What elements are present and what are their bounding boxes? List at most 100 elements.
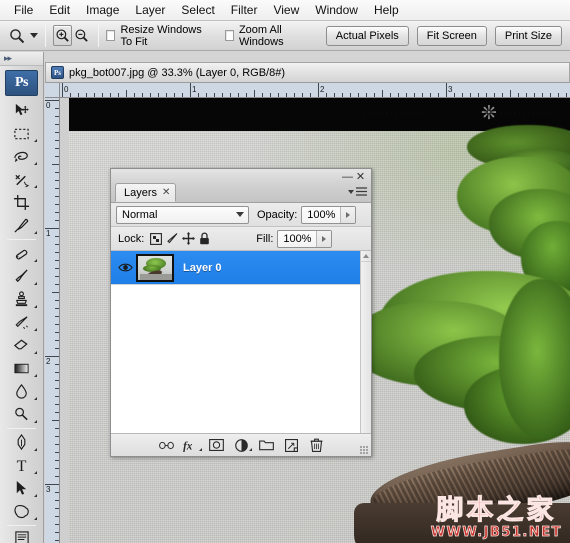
notes-tool[interactable] bbox=[0, 528, 43, 543]
add-layer-mask-button[interactable] bbox=[204, 435, 229, 455]
menu-select[interactable]: Select bbox=[173, 1, 222, 20]
type-tool[interactable]: T bbox=[0, 454, 43, 477]
ruler-tick-minor bbox=[55, 108, 59, 109]
chevron-down-icon bbox=[236, 212, 244, 217]
lasso-tool[interactable] bbox=[0, 145, 43, 168]
ruler-tick-major bbox=[62, 83, 63, 97]
delete-layer-button[interactable] bbox=[304, 435, 329, 455]
menu-image[interactable]: Image bbox=[78, 1, 127, 20]
layer-name-label[interactable]: Layer 0 bbox=[183, 262, 222, 274]
panel-resize-grip[interactable] bbox=[360, 446, 369, 455]
menu-filter[interactable]: Filter bbox=[223, 1, 266, 20]
ruler-tick-minor bbox=[55, 220, 59, 221]
ruler-label: 2 bbox=[320, 85, 325, 94]
close-icon[interactable]: ✕ bbox=[354, 171, 367, 183]
menu-edit[interactable]: Edit bbox=[41, 1, 78, 20]
layers-panel[interactable]: — ✕ Layers ✕ Normal Opacity: 100% Lock: … bbox=[110, 168, 372, 457]
document-title-text: pkg_bot007.jpg @ 33.3% (Layer 0, RGB/8#) bbox=[69, 66, 286, 79]
ruler-tick-minor bbox=[55, 148, 59, 149]
ruler-tick-minor bbox=[470, 93, 471, 97]
panel-menu-button[interactable] bbox=[348, 187, 367, 196]
layers-panel-tab-row: Layers ✕ bbox=[111, 183, 371, 203]
ruler-tick-minor bbox=[55, 380, 59, 381]
layer-list[interactable]: Layer 0 bbox=[111, 251, 371, 434]
actual-pixels-button[interactable]: Actual Pixels bbox=[325, 25, 409, 46]
svg-text:fx: fx bbox=[183, 440, 193, 451]
fx-icon: fx bbox=[183, 440, 193, 451]
layers-panel-title-bar[interactable]: — ✕ bbox=[111, 169, 371, 184]
lock-image-pixels-button[interactable] bbox=[164, 231, 180, 247]
zoom-out-button[interactable] bbox=[72, 25, 91, 46]
rectangular-marquee-tool[interactable] bbox=[0, 122, 43, 145]
dodge-tool[interactable] bbox=[0, 403, 43, 426]
print-size-button[interactable]: Print Size bbox=[494, 25, 562, 46]
lock-position-button[interactable] bbox=[180, 231, 196, 247]
layer-row-layer-0[interactable]: Layer 0 bbox=[111, 251, 371, 285]
fill-slider-button[interactable] bbox=[316, 230, 332, 247]
ruler-tick-minor bbox=[214, 93, 215, 97]
document-title-bar[interactable]: Ps pkg_bot007.jpg @ 33.3% (Layer 0, RGB/… bbox=[45, 62, 570, 83]
layer-list-scrollbar[interactable] bbox=[360, 251, 371, 433]
path-selection-tool[interactable] bbox=[0, 477, 43, 500]
menu-window[interactable]: Window bbox=[307, 1, 366, 20]
toolbox-collapse-handle[interactable]: ▸▸ bbox=[0, 52, 43, 66]
ruler-tick-minor bbox=[366, 93, 367, 97]
blur-tool[interactable] bbox=[0, 380, 43, 403]
layer-visibility-toggle[interactable] bbox=[114, 262, 136, 273]
layer-thumbnail[interactable] bbox=[136, 253, 174, 282]
tool-more-corner-icon bbox=[34, 471, 37, 474]
tab-close-icon[interactable]: ✕ bbox=[162, 187, 170, 198]
menu-layer[interactable]: Layer bbox=[127, 1, 173, 20]
menu-help[interactable]: Help bbox=[366, 1, 407, 20]
tab-layers[interactable]: Layers ✕ bbox=[115, 183, 177, 202]
move-tool[interactable] bbox=[0, 99, 43, 122]
gradient-tool[interactable] bbox=[0, 357, 43, 380]
ruler-tick-minor bbox=[326, 93, 327, 97]
opacity-value[interactable]: 100% bbox=[302, 209, 340, 221]
ruler-tick-minor bbox=[55, 428, 59, 429]
layer-style-fx-button[interactable]: fx bbox=[179, 435, 204, 455]
ruler-tick-minor bbox=[55, 188, 59, 189]
pen-tool[interactable] bbox=[0, 431, 43, 454]
checkbox-box[interactable] bbox=[224, 30, 234, 41]
ruler-tick-minor bbox=[55, 172, 59, 173]
blend-mode-select[interactable]: Normal bbox=[116, 205, 249, 224]
new-layer-button[interactable] bbox=[279, 435, 304, 455]
eyedropper-tool[interactable] bbox=[0, 214, 43, 237]
lock-transparent-pixels-button[interactable] bbox=[148, 231, 164, 247]
clone-stamp-tool[interactable] bbox=[0, 288, 43, 311]
ruler-corner[interactable] bbox=[45, 83, 60, 98]
opacity-slider-button[interactable] bbox=[340, 206, 356, 223]
menu-file[interactable]: File bbox=[6, 1, 41, 20]
magic-wand-tool[interactable] bbox=[0, 168, 43, 191]
crop-tool[interactable] bbox=[0, 191, 43, 214]
brush-tool[interactable] bbox=[0, 265, 43, 288]
ruler-tick-minor bbox=[390, 93, 391, 97]
menu-view[interactable]: View bbox=[265, 1, 307, 20]
history-brush-tool[interactable] bbox=[0, 311, 43, 334]
scroll-up-button[interactable] bbox=[361, 251, 371, 262]
zoom-tool-icon[interactable] bbox=[8, 25, 26, 47]
new-group-button[interactable] bbox=[254, 435, 279, 455]
ruler-tick-minor bbox=[55, 308, 59, 309]
resize-windows-to-fit-checkbox[interactable]: Resize Windows To Fit bbox=[105, 24, 213, 48]
shape-tool[interactable] bbox=[0, 500, 43, 523]
minimize-button[interactable]: — bbox=[341, 171, 354, 183]
healing-brush-tool[interactable] bbox=[0, 242, 43, 265]
zoom-in-button[interactable] bbox=[53, 25, 73, 46]
link-layers-button[interactable] bbox=[154, 435, 179, 455]
zoom-all-windows-checkbox[interactable]: Zoom All Windows bbox=[224, 24, 314, 48]
ruler-tick-minor bbox=[52, 164, 59, 165]
opacity-field[interactable]: 100% bbox=[301, 205, 357, 224]
tool-more-corner-icon bbox=[34, 420, 37, 423]
lock-all-button[interactable] bbox=[196, 231, 212, 247]
ruler-tick-minor bbox=[55, 300, 59, 301]
new-adjustment-layer-button[interactable] bbox=[229, 435, 254, 455]
fit-screen-button[interactable]: Fit Screen bbox=[416, 25, 487, 46]
fill-value[interactable]: 100% bbox=[278, 233, 316, 245]
eraser-tool[interactable] bbox=[0, 334, 43, 357]
fill-field[interactable]: 100% bbox=[277, 229, 333, 248]
checkbox-box[interactable] bbox=[105, 30, 116, 41]
tool-preset-chevron-down-icon[interactable] bbox=[30, 33, 39, 38]
image-dark-band: · · · · · · · · · · · · · · · · · · · · … bbox=[69, 98, 570, 131]
